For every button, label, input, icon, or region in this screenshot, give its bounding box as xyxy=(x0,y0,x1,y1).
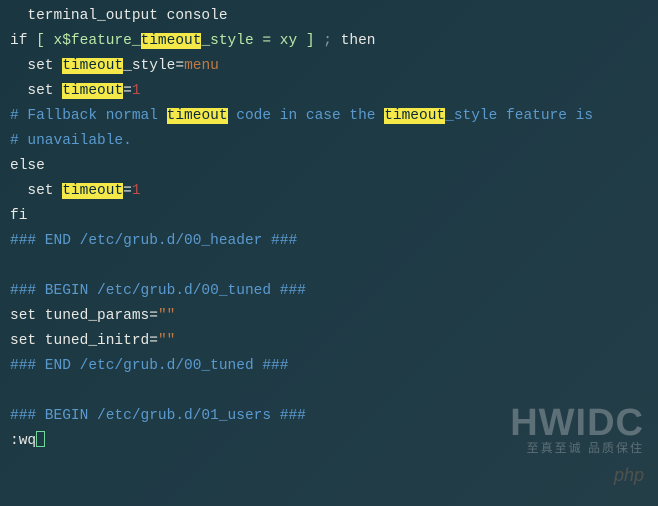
highlight-timeout: timeout xyxy=(62,183,123,199)
terminal-editor[interactable]: terminal_output console if [ x$feature_t… xyxy=(10,4,648,454)
highlight-timeout: timeout xyxy=(62,83,123,99)
code-line: set timeout=1 xyxy=(10,79,648,104)
text: ; xyxy=(315,33,341,49)
comment: code in case the xyxy=(228,108,385,124)
code-line: else xyxy=(10,154,648,179)
code-line: terminal_output console xyxy=(10,4,648,29)
comment: _style feature is xyxy=(445,108,593,124)
vim-command-line[interactable]: :wq xyxy=(10,429,648,454)
cursor-icon xyxy=(36,431,45,447)
string-empty: "" xyxy=(158,333,175,349)
code-line: ### END /etc/grub.d/00_header ### xyxy=(10,229,648,254)
keyword-if: if xyxy=(10,33,27,49)
code-line: set tuned_params="" xyxy=(10,304,648,329)
code-line-blank xyxy=(10,254,648,279)
comment-begin-tuned: ### BEGIN /etc/grub.d/00_tuned ### xyxy=(10,283,306,299)
keyword-else: else xyxy=(10,158,45,174)
value-number: 1 xyxy=(132,183,141,199)
code-line: if [ x$feature_timeout_style = xy ] ; th… xyxy=(10,29,648,54)
text: tuned_initrd= xyxy=(36,333,158,349)
code-line: ### END /etc/grub.d/00_tuned ### xyxy=(10,354,648,379)
code-line: set timeout=1 xyxy=(10,179,648,204)
text: set xyxy=(10,58,62,74)
text: = xyxy=(123,183,132,199)
text: tuned_params= xyxy=(36,308,158,324)
text: set xyxy=(10,83,62,99)
code-line: set tuned_initrd="" xyxy=(10,329,648,354)
code-line: fi xyxy=(10,204,648,229)
comment: # Fallback normal xyxy=(10,108,167,124)
highlight-timeout: timeout xyxy=(384,108,445,124)
keyword-set: set xyxy=(10,308,36,324)
text: set xyxy=(10,183,62,199)
value-number: 1 xyxy=(132,83,141,99)
code-line: set timeout_style=menu xyxy=(10,54,648,79)
text: terminal_output console xyxy=(10,8,228,24)
keyword-then: then xyxy=(341,33,376,49)
string-empty: "" xyxy=(158,308,175,324)
vim-command: :wq xyxy=(10,433,36,449)
text: = xyxy=(123,83,132,99)
text: [ x$feature_ xyxy=(27,33,140,49)
text: _style = xy ] xyxy=(201,33,314,49)
code-line: # Fallback normal timeout code in case t… xyxy=(10,104,648,129)
keyword-fi: fi xyxy=(10,208,27,224)
highlight-timeout: timeout xyxy=(141,33,202,49)
code-line-blank xyxy=(10,379,648,404)
comment-begin-users: ### BEGIN /etc/grub.d/01_users ### xyxy=(10,408,306,424)
highlight-timeout: timeout xyxy=(62,58,123,74)
text: _style= xyxy=(123,58,184,74)
code-line: # unavailable. xyxy=(10,129,648,154)
code-line: ### BEGIN /etc/grub.d/01_users ### xyxy=(10,404,648,429)
code-line: ### BEGIN /etc/grub.d/00_tuned ### xyxy=(10,279,648,304)
value-menu: menu xyxy=(184,58,219,74)
highlight-timeout: timeout xyxy=(167,108,228,124)
watermark-php: php xyxy=(510,463,644,488)
comment-end-header: ### END /etc/grub.d/00_header ### xyxy=(10,233,297,249)
keyword-set: set xyxy=(10,333,36,349)
comment: # unavailable. xyxy=(10,133,132,149)
comment-end-tuned: ### END /etc/grub.d/00_tuned ### xyxy=(10,358,288,374)
